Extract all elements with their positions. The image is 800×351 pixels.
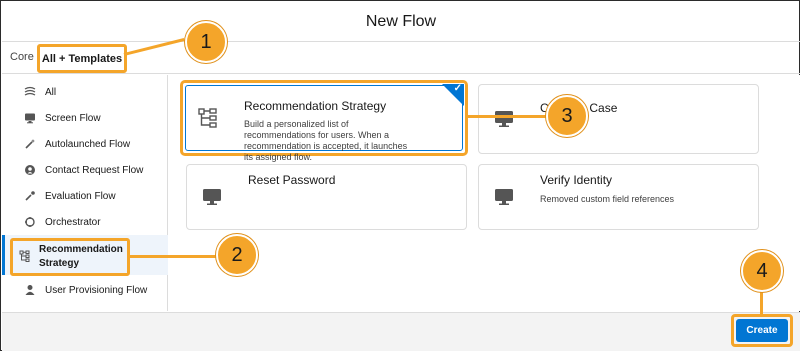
sidebar-item-label: Screen Flow <box>45 112 101 124</box>
tab-all-templates[interactable]: All + Templates <box>37 44 127 73</box>
sidebar-item-label: Orchestrator <box>45 216 101 228</box>
card-verify-identity[interactable]: Verify Identity Removed custom field ref… <box>478 164 759 230</box>
sidebar-item-screen-flow[interactable]: Screen Flow <box>2 105 168 131</box>
desktop-icon <box>187 165 237 229</box>
card-reset-password[interactable]: Reset Password <box>186 164 467 230</box>
sidebar-item-label: Evaluation Flow <box>45 190 116 202</box>
create-button-highlight: Create <box>731 314 793 347</box>
hierarchy-icon <box>19 250 31 265</box>
card-recommendation-strategy[interactable]: ✓ Recommendation Strategy Build a person… <box>180 80 468 162</box>
template-grid: ✓ Recommendation Strategy Build a person… <box>169 75 800 311</box>
sidebar-item-label: Autolaunched Flow <box>45 138 131 150</box>
callout-badge: 1 <box>185 21 227 63</box>
hierarchy-icon <box>183 83 233 153</box>
callout-number: 3 <box>561 104 573 127</box>
sidebar-item-recommendation-strategy-highlight[interactable]: Recommendation Strategy <box>10 238 130 276</box>
callout-badge: 4 <box>741 250 783 292</box>
sidebar-item-user-provisioning-flow[interactable]: User Provisioning Flow <box>2 277 168 303</box>
sidebar-item-contact-request-flow[interactable]: Contact Request Flow <box>2 157 168 183</box>
desktop-icon <box>479 165 529 229</box>
callout-connector <box>129 255 217 258</box>
tab-core[interactable]: Core <box>10 51 34 63</box>
sidebar-item-label: Contact Request Flow <box>45 164 144 176</box>
orchestrator-icon <box>23 215 37 229</box>
tab-all-templates-label: All + Templates <box>41 52 123 65</box>
callout-number: 1 <box>200 30 212 53</box>
card-description: Removed custom field references <box>540 194 675 204</box>
desktop-icon <box>23 111 37 125</box>
card-description: Build a personalized list of recommendat… <box>244 119 408 162</box>
sidebar-item-all[interactable]: All <box>2 79 168 105</box>
sidebar-item-autolaunched-flow[interactable]: Autolaunched Flow <box>2 131 168 157</box>
card-create-a-case[interactable]: Create a Case <box>478 84 759 154</box>
card-title: Recommendation Strategy <box>244 99 387 113</box>
magic-wand-icon <box>23 137 37 151</box>
card-title: Reset Password <box>248 173 336 187</box>
flow-lines-icon <box>23 85 37 99</box>
callout-badge: 3 <box>546 95 588 137</box>
callout-connector <box>760 291 763 315</box>
callout-connector <box>467 115 547 118</box>
sidebar-item-evaluation-flow[interactable]: Evaluation Flow <box>2 183 168 209</box>
new-flow-modal: New Flow Core All + Templates All Screen… <box>0 0 800 351</box>
desktop-icon <box>479 85 529 153</box>
callout-number: 2 <box>231 243 243 266</box>
sidebar-item-label: Recommendation Strategy <box>39 244 123 269</box>
create-button[interactable]: Create <box>736 319 788 342</box>
sidebar-item-orchestrator[interactable]: Orchestrator <box>2 209 168 235</box>
tab-bar: Core All + Templates <box>2 43 800 74</box>
modal-title: New Flow <box>365 12 437 30</box>
sidebar-item-label: User Provisioning Flow <box>45 284 148 296</box>
sidebar-item-label: All <box>45 86 57 98</box>
modal-footer <box>2 312 800 351</box>
user-icon <box>23 283 37 297</box>
modal-header: New Flow <box>2 2 800 42</box>
checkmark-icon: ✓ <box>453 83 462 94</box>
evaluation-icon <box>23 189 37 203</box>
callout-badge: 2 <box>216 234 258 276</box>
callout-number: 4 <box>756 259 768 282</box>
contact-request-icon <box>23 163 37 177</box>
card-title: Verify Identity <box>540 173 613 187</box>
